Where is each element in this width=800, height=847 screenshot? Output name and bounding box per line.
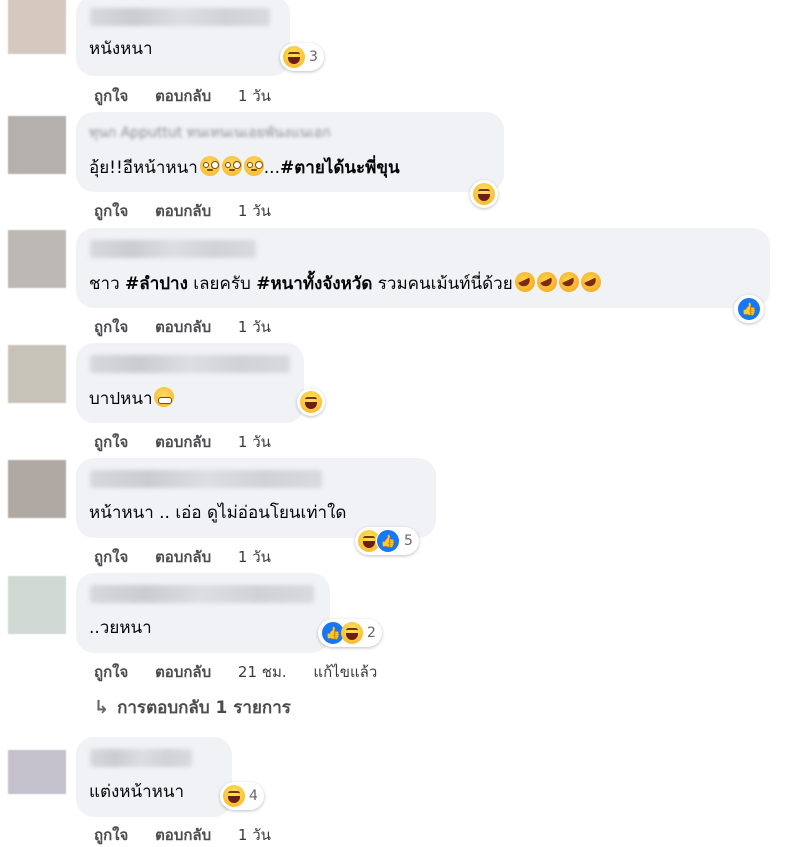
timestamp[interactable]: 21 ชม. [238, 660, 287, 684]
timestamp[interactable]: 1 วัน [238, 823, 271, 847]
avatar[interactable] [8, 230, 66, 288]
view-replies-link[interactable]: ↳ การตอบกลับ 1 รายการ [94, 694, 291, 721]
reply-button[interactable]: ตอบกลับ [155, 199, 211, 223]
author-name[interactable] [90, 585, 314, 603]
reply-button[interactable]: ตอบกลับ [155, 315, 211, 339]
like-icon: 👍 [737, 297, 761, 321]
reaction-summary[interactable] [297, 388, 325, 416]
haha-icon [223, 785, 245, 807]
reaction-summary[interactable]: 4 [220, 782, 264, 810]
comment-bubble: ..วยหนา [76, 573, 330, 653]
timestamp[interactable]: 1 วัน [238, 315, 271, 339]
grinning-emoji-icon [153, 387, 174, 407]
reaction-count: 3 [309, 49, 318, 65]
reply-button[interactable]: ตอบกลับ [155, 430, 211, 454]
avatar[interactable] [8, 116, 66, 174]
timestamp[interactable]: 1 วัน [238, 84, 271, 108]
comment-bubble: แต่งหน้าหนา [76, 737, 232, 817]
reaction-count: 2 [367, 625, 376, 641]
comment-actions: ถูกใจ ตอบกลับ 1 วัน [94, 545, 293, 569]
comment-bubble: ทุนก Apputtut ทนเทนเนเอยพันงแนเอก อุ้ย!!… [76, 112, 504, 192]
haha-icon [341, 622, 363, 644]
flushed-emoji-icon [243, 156, 264, 176]
like-button[interactable]: ถูกใจ [94, 199, 128, 223]
hashtag[interactable]: #ตายได้นะพี่ขุน [280, 158, 400, 178]
comment-actions: ถูกใจ ตอบกลับ 1 วัน [94, 430, 293, 454]
rofl-emoji-icon [580, 272, 601, 292]
comment-text: อุ้ย!!อีหน้าหนา ...#ตายได้นะพี่ขุน [89, 156, 400, 178]
reaction-summary[interactable]: 3 [280, 43, 324, 71]
comment-actions: ถูกใจ ตอบกลับ 21 ชม. แก้ไขแล้ว [94, 660, 399, 684]
rofl-emoji-icon [536, 272, 557, 292]
like-button[interactable]: ถูกใจ [94, 315, 128, 339]
reaction-summary[interactable]: 👍 5 [355, 527, 419, 555]
hashtag[interactable]: #หนาทั้งจังหวัด [256, 274, 372, 294]
author-name[interactable] [90, 8, 270, 26]
haha-icon [473, 183, 495, 205]
timestamp[interactable]: 1 วัน [238, 545, 271, 569]
flushed-emoji-icon [221, 156, 242, 176]
rofl-emoji-icon [558, 272, 579, 292]
hashtag[interactable]: #ลำปาง [125, 274, 188, 294]
timestamp[interactable]: 1 วัน [238, 430, 271, 454]
like-button[interactable]: ถูกใจ [94, 430, 128, 454]
comment-text: บาปหนา [89, 387, 174, 410]
timestamp[interactable]: 1 วัน [238, 199, 271, 223]
author-name[interactable] [90, 470, 322, 488]
haha-icon [300, 391, 322, 413]
author-name[interactable] [90, 749, 192, 767]
avatar[interactable] [8, 576, 66, 634]
avatar[interactable] [8, 750, 66, 794]
rofl-emoji-icon [514, 272, 535, 292]
comment-actions: ถูกใจ ตอบกลับ 1 วัน [94, 199, 293, 223]
flushed-emoji-icon [199, 156, 220, 176]
like-button[interactable]: ถูกใจ [94, 84, 128, 108]
comment-actions: ถูกใจ ตอบกลับ 1 วัน [94, 84, 293, 108]
reply-arrow-icon: ↳ [94, 697, 110, 718]
reaction-summary[interactable] [470, 180, 498, 208]
avatar[interactable] [8, 345, 66, 403]
reaction-summary[interactable]: 👍 [734, 295, 764, 323]
avatar[interactable] [8, 460, 66, 518]
like-button[interactable]: ถูกใจ [94, 660, 128, 684]
comment-bubble: บาปหนา [76, 343, 304, 423]
author-name[interactable] [90, 355, 290, 373]
author-name-partial[interactable]: ทุนก Apputtut ทนเทนเนเอยพันงแนเอก [89, 122, 331, 144]
comment-bubble: หน้าหนา .. เอ่อ ดูไม่อ่อนโยนเท่าใด [76, 458, 436, 538]
like-icon: 👍 [376, 529, 400, 553]
comment-actions: ถูกใจ ตอบกลับ 1 วัน [94, 823, 293, 847]
avatar[interactable] [8, 0, 66, 54]
comment-text: แต่งหน้าหนา [89, 782, 185, 802]
like-button[interactable]: ถูกใจ [94, 545, 128, 569]
comment-text: ชาว #ลำปาง เลยครับ #หนาทั้งจังหวัด รวมคน… [89, 272, 601, 295]
haha-icon [283, 46, 305, 68]
reaction-summary[interactable]: 👍 2 [318, 619, 382, 647]
comment-actions: ถูกใจ ตอบกลับ 1 วัน [94, 315, 293, 339]
reply-button[interactable]: ตอบกลับ [155, 823, 211, 847]
reply-button[interactable]: ตอบกลับ [155, 84, 211, 108]
comment-text: ..วยหนา [89, 618, 152, 638]
comment-bubble: หนังหนา [76, 0, 290, 76]
reply-button[interactable]: ตอบกลับ [155, 660, 211, 684]
comment-text: หน้าหนา .. เอ่อ ดูไม่อ่อนโยนเท่าใด [89, 503, 347, 523]
reaction-count: 5 [404, 533, 413, 549]
comment-text: หนังหนา [89, 39, 153, 59]
reply-button[interactable]: ตอบกลับ [155, 545, 211, 569]
comment-bubble: ชาว #ลำปาง เลยครับ #หนาทั้งจังหวัด รวมคน… [76, 228, 770, 308]
reaction-count: 4 [249, 788, 258, 804]
view-replies-label: การตอบกลับ 1 รายการ [117, 698, 291, 718]
like-button[interactable]: ถูกใจ [94, 823, 128, 847]
edited-label[interactable]: แก้ไขแล้ว [313, 660, 377, 684]
author-name[interactable] [90, 240, 256, 258]
